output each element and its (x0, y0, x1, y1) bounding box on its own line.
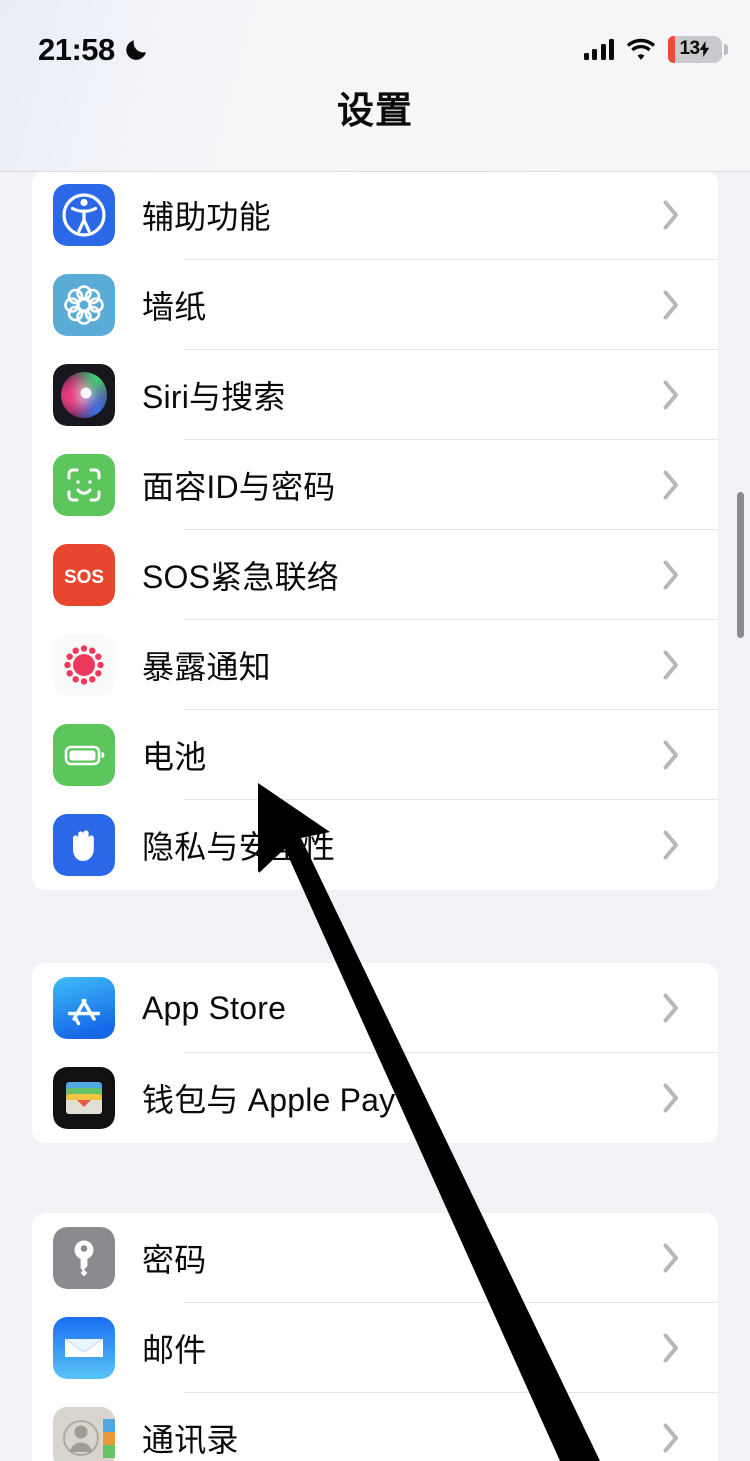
wallet-icon (53, 1067, 115, 1129)
settings-row-label: 暴露通知 (142, 649, 271, 685)
settings-row-siri-search[interactable]: Siri与搜索 (32, 350, 718, 440)
settings-row-mail[interactable]: 邮件 (32, 1303, 718, 1393)
wallpaper-icon (53, 274, 115, 336)
settings-group-store: App Store 钱包与 Apple Pay (32, 963, 718, 1143)
settings-row-label: 辅助功能 (142, 199, 271, 235)
settings-row-contacts[interactable]: 通讯录 (32, 1393, 718, 1461)
settings-row-label: 面容ID与密码 (142, 469, 336, 505)
settings-row-wallpaper[interactable]: 墙纸 (32, 260, 718, 350)
sos-icon: SOS (53, 544, 115, 606)
navigation-header: 21:58 13 设置 (0, 0, 750, 172)
settings-row-wallet-apple-pay[interactable]: 钱包与 Apple Pay (32, 1053, 718, 1143)
page-title: 设置 (337, 90, 413, 131)
chevron-right-icon (663, 470, 680, 500)
chevron-right-icon (663, 200, 680, 230)
settings-row-exposure-notifications[interactable]: 暴露通知 (32, 620, 718, 710)
mail-icon (53, 1317, 115, 1379)
settings-row-label: 邮件 (142, 1332, 207, 1368)
chevron-right-icon (663, 290, 680, 320)
settings-scroll-area[interactable]: 辅助功能 墙纸 Siri与搜索 面容ID与密码 SOS SOS紧急联络 暴露通知… (0, 170, 750, 1461)
exposure-notification-icon (53, 634, 115, 696)
settings-row-face-id[interactable]: 面容ID与密码 (32, 440, 718, 530)
settings-row-label: 钱包与 Apple Pay (142, 1082, 396, 1118)
settings-row-label: 密码 (142, 1242, 207, 1278)
privacy-hand-icon (53, 814, 115, 876)
settings-row-label: 墙纸 (142, 289, 207, 325)
chevron-right-icon (663, 1083, 680, 1113)
contacts-icon (53, 1407, 115, 1461)
settings-row-label: Siri与搜索 (142, 379, 286, 415)
settings-row-privacy-security[interactable]: 隐私与安全性 (32, 800, 718, 890)
settings-row-label: 通讯录 (142, 1422, 239, 1458)
settings-row-label: SOS紧急联络 (142, 559, 339, 595)
battery-settings-icon (53, 724, 115, 786)
chevron-right-icon (663, 1243, 680, 1273)
settings-row-label: 隐私与安全性 (142, 829, 336, 865)
settings-row-accessibility[interactable]: 辅助功能 (32, 170, 718, 260)
app-store-icon (53, 977, 115, 1039)
passwords-key-icon (53, 1227, 115, 1289)
chevron-right-icon (663, 740, 680, 770)
chevron-right-icon (663, 1333, 680, 1363)
iphone-settings-screen: 21:58 13 设置 辅助功能 墙纸 Siri与搜索 面容ID与密码 SOS … (0, 0, 750, 1461)
svg-text:SOS: SOS (64, 567, 104, 588)
vertical-scrollbar[interactable] (737, 492, 744, 638)
settings-group-accounts: 密码 邮件 通讯录 (32, 1213, 718, 1461)
chevron-right-icon (663, 380, 680, 410)
chevron-right-icon (663, 1423, 680, 1453)
chevron-right-icon (663, 993, 680, 1023)
chevron-right-icon (663, 560, 680, 590)
settings-row-emergency-sos[interactable]: SOS SOS紧急联络 (32, 530, 718, 620)
face-id-icon (53, 454, 115, 516)
accessibility-icon (53, 184, 115, 246)
settings-row-battery[interactable]: 电池 (32, 710, 718, 800)
settings-group-system: 辅助功能 墙纸 Siri与搜索 面容ID与密码 SOS SOS紧急联络 暴露通知… (32, 170, 718, 890)
settings-row-passwords[interactable]: 密码 (32, 1213, 718, 1303)
siri-icon (53, 364, 115, 426)
settings-row-label: App Store (142, 989, 287, 1026)
chevron-right-icon (663, 830, 680, 860)
chevron-right-icon (663, 650, 680, 680)
settings-row-label: 电池 (142, 739, 207, 775)
settings-row-app-store[interactable]: App Store (32, 963, 718, 1053)
